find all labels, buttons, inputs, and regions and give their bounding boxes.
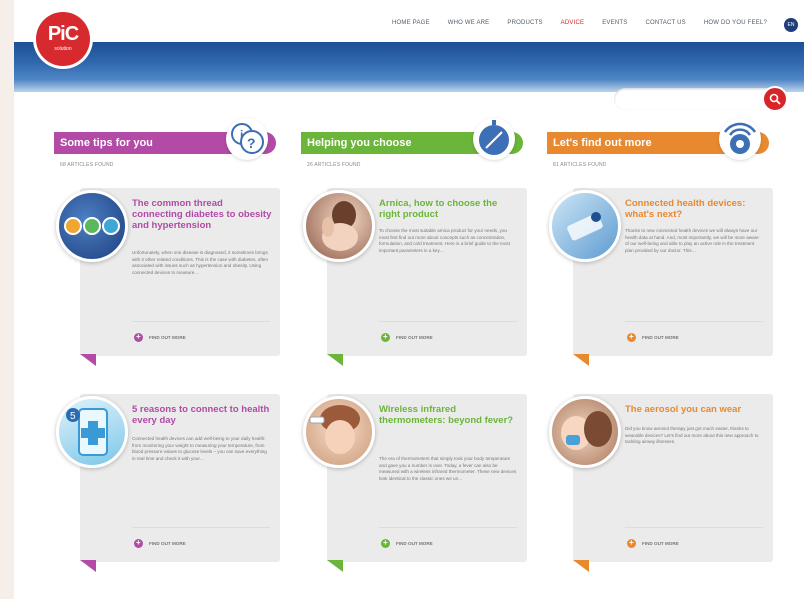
divider — [379, 527, 517, 528]
plus-icon — [381, 538, 390, 548]
banner-title: Let's find out more — [553, 137, 652, 149]
find-out-more-link[interactable]: FIND OUT MORE — [627, 332, 679, 342]
divider — [625, 321, 763, 322]
article-thumbnail — [549, 190, 621, 262]
find-out-more-link[interactable]: FIND OUT MORE — [381, 332, 433, 342]
find-out-more-label: FIND OUT MORE — [149, 335, 186, 340]
corner-fold — [573, 354, 589, 366]
article-thumbnail — [56, 190, 128, 262]
article-title[interactable]: The common thread connecting diabetes to… — [132, 198, 272, 231]
plus-icon — [134, 538, 143, 548]
nav-events[interactable]: EVENTS — [593, 20, 636, 26]
divider — [132, 527, 270, 528]
article-thumbnail — [303, 190, 375, 262]
article-card[interactable]: The common thread connecting diabetes to… — [56, 188, 280, 366]
article-count: 26 ARTICLES FOUND — [307, 162, 361, 168]
top-navigation: HOME PAGE WHO WE ARE PRODUCTS ADVICE EVE… — [14, 0, 804, 42]
divider — [132, 321, 270, 322]
column-find-out-more: Let's find out more 81 ARTICLES FOUND Co… — [547, 118, 773, 572]
plus-icon — [134, 332, 143, 342]
article-card[interactable]: Wireless infrared thermometers: beyond f… — [303, 394, 527, 572]
corner-fold — [327, 354, 343, 366]
divider — [625, 527, 763, 528]
plus-icon — [627, 332, 636, 342]
article-title[interactable]: 5 reasons to connect to health every day — [132, 404, 272, 426]
child-thermometer-image — [309, 405, 360, 454]
language-switch[interactable]: EN — [784, 18, 798, 32]
find-out-more-label: FIND OUT MORE — [642, 335, 679, 340]
column-tips: Some tips for you i ? 68 ARTICLES FOUND — [54, 118, 280, 572]
compass-icon — [473, 118, 515, 160]
search-button[interactable] — [762, 86, 788, 112]
svg-text:5: 5 — [70, 411, 76, 422]
find-out-more-link[interactable]: FIND OUT MORE — [134, 538, 186, 548]
nav-products[interactable]: PRODUCTS — [498, 20, 551, 26]
logo-text: PiC — [47, 23, 79, 45]
section-banner[interactable]: Helping you choose — [301, 118, 523, 160]
nav-advice[interactable]: ADVICE — [552, 20, 594, 26]
connected-devices-image — [567, 212, 603, 241]
nav-how-do-you-feel[interactable]: HOW DO YOU FEEL? — [695, 20, 776, 26]
article-title[interactable]: The aerosol you can wear — [625, 404, 765, 415]
corner-fold — [327, 560, 343, 572]
corner-fold — [573, 560, 589, 572]
corner-fold — [80, 560, 96, 572]
find-out-more-label: FIND OUT MORE — [149, 541, 186, 546]
article-thumbnail — [549, 396, 621, 468]
divider — [379, 321, 517, 322]
nav-home[interactable]: HOME PAGE — [383, 20, 439, 26]
find-out-more-label: FIND OUT MORE — [396, 541, 433, 546]
article-excerpt: Thanks to new connected health devices w… — [625, 228, 759, 253]
article-excerpt: Did you know aerosol therapy just got mu… — [625, 426, 759, 444]
article-count: 68 ARTICLES FOUND — [60, 162, 114, 168]
plus-icon — [627, 538, 636, 548]
article-title[interactable]: Arnica, how to choose the right product — [379, 198, 519, 220]
article-excerpt: The era of thermometers that simply took… — [379, 456, 517, 481]
article-title[interactable]: Connected health devices: what's next? — [625, 198, 765, 220]
main-menu: HOME PAGE WHO WE ARE PRODUCTS ADVICE EVE… — [383, 20, 776, 26]
find-out-more-link[interactable]: FIND OUT MORE — [134, 332, 186, 342]
article-card[interactable]: The aerosol you can wear Did you know ae… — [549, 394, 773, 572]
nav-contact-us[interactable]: CONTACT US — [636, 20, 694, 26]
child-aerosol-image — [561, 411, 612, 450]
article-thumbnail — [303, 396, 375, 468]
article-excerpt: Connected health devices can add well-be… — [132, 436, 267, 461]
pic-logo[interactable]: PiC solution — [36, 12, 90, 66]
article-excerpt: Unfortunately, when one disease is diagn… — [132, 250, 269, 275]
health-icons-image — [64, 217, 120, 235]
search-input[interactable] — [614, 86, 788, 112]
article-count: 81 ARTICLES FOUND — [553, 162, 607, 168]
find-out-more-link[interactable]: FIND OUT MORE — [381, 538, 433, 548]
section-banner[interactable]: Some tips for you i ? — [54, 118, 276, 160]
phone-plus-image: 5 — [66, 408, 108, 456]
eye-target-icon — [719, 118, 761, 160]
header-banner — [14, 42, 804, 112]
find-out-more-link[interactable]: FIND OUT MORE — [627, 538, 679, 548]
article-card[interactable]: Connected health devices: what's next? T… — [549, 188, 773, 366]
article-card[interactable]: 5 5 reasons to connect to health every d… — [56, 394, 280, 572]
page: HOME PAGE WHO WE ARE PRODUCTS ADVICE EVE… — [14, 0, 804, 599]
nav-who-we-are[interactable]: WHO WE ARE — [439, 20, 499, 26]
find-out-more-label: FIND OUT MORE — [396, 335, 433, 340]
article-thumbnail: 5 — [56, 396, 128, 468]
neck-massage-image — [322, 201, 358, 251]
article-card[interactable]: Arnica, how to choose the right product … — [303, 188, 527, 366]
logo-subtitle: solution — [54, 46, 72, 52]
article-excerpt: To choose the most suitable arnica produ… — [379, 228, 510, 253]
banner-title: Helping you choose — [307, 137, 412, 149]
column-helping-choose: Helping you choose 26 ARTICLES FOUND Arn… — [301, 118, 527, 572]
corner-fold — [80, 354, 96, 366]
find-out-more-label: FIND OUT MORE — [642, 541, 679, 546]
section-banner[interactable]: Let's find out more — [547, 118, 769, 160]
banner-title: Some tips for you — [60, 137, 153, 149]
plus-icon — [381, 332, 390, 342]
article-title[interactable]: Wireless infrared thermometers: beyond f… — [379, 404, 519, 426]
search-icon — [769, 93, 781, 105]
svg-text:?: ? — [247, 135, 256, 151]
page-margin — [0, 0, 14, 599]
speech-bubbles-icon: i ? — [226, 118, 268, 160]
